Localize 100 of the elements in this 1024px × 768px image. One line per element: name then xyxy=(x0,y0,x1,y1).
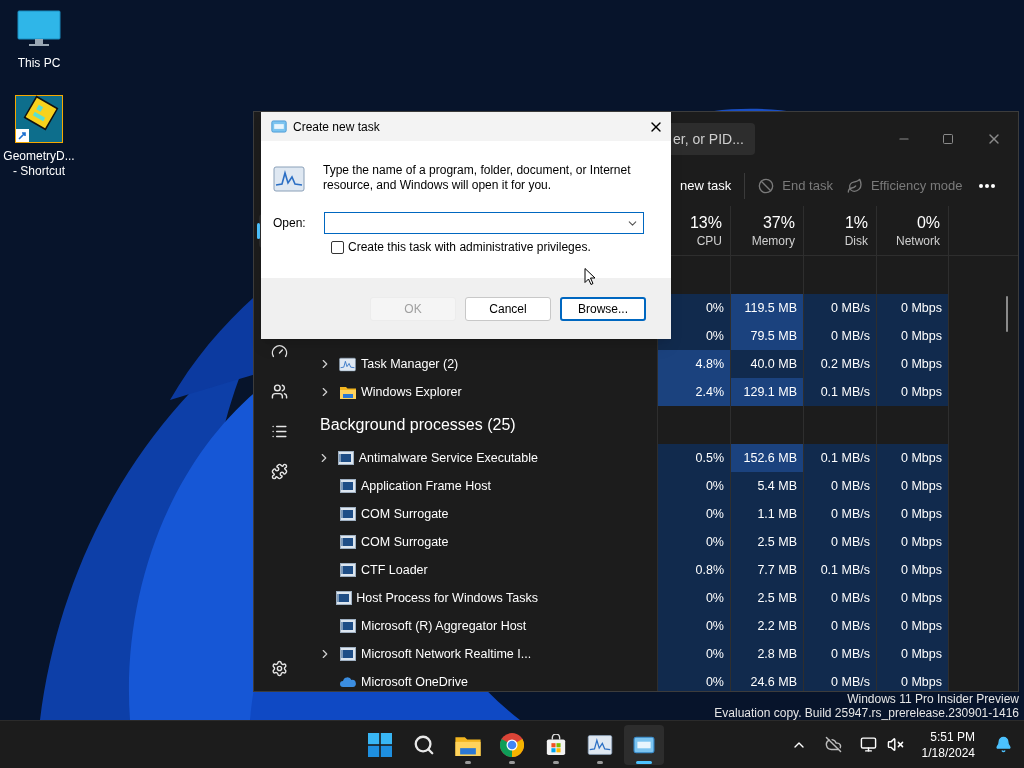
process-name[interactable]: COM Surrogate xyxy=(361,504,449,524)
dialog-message: Type the name of a program, folder, document, or Internet resource, and Windows will open it for you. xyxy=(323,163,632,193)
window-icon xyxy=(339,507,356,521)
table-cell: 1.1 MB xyxy=(731,500,804,528)
evaluation-watermark-text: Windows 11 Pro Insider Preview xyxy=(847,692,1019,706)
dialog-button[interactable]: Cancel xyxy=(465,296,551,321)
search-input[interactable]: er, or PID... xyxy=(673,128,753,150)
table-cell: 0 Mbps xyxy=(877,584,949,612)
process-name[interactable]: COM Surrogate xyxy=(361,532,449,552)
window-icon xyxy=(337,451,354,465)
running-indicator xyxy=(597,761,603,764)
scrollbar-thumb[interactable] xyxy=(1006,296,1008,332)
table-cell: 2.5 MB xyxy=(731,584,804,612)
table-cell: 2.8 MB xyxy=(731,640,804,668)
table-cell: 119.5 MB xyxy=(731,294,804,322)
table-cell: 24.6 MB xyxy=(731,668,804,691)
table-cell: 0% xyxy=(658,500,731,528)
process-name[interactable]: Microsoft Network Realtime I... xyxy=(361,644,532,664)
table-cell: 0 Mbps xyxy=(877,378,949,406)
table-cell: 0.2 MB/s xyxy=(804,350,877,378)
table-cell: 0 Mbps xyxy=(877,350,949,378)
notification-bell-icon[interactable] xyxy=(995,736,1012,753)
table-cell: 0 MB/s xyxy=(804,472,877,500)
window-icon xyxy=(633,736,655,754)
table-cell: 0.1 MB/s xyxy=(804,378,877,406)
open-combo-field[interactable] xyxy=(324,212,644,234)
table-cell: 0.8% xyxy=(658,556,731,584)
column-header[interactable]: 37% Memory xyxy=(731,206,804,255)
table-cell: 0% xyxy=(658,612,731,640)
prohibited-icon xyxy=(758,178,775,194)
process-name[interactable]: CTF Loader xyxy=(361,560,428,580)
network-monitor-icon[interactable] xyxy=(859,736,877,753)
table-cell: 0 MB/s xyxy=(804,612,877,640)
settings-icon xyxy=(270,659,288,677)
users-icon xyxy=(270,382,288,400)
table-cell: 0 MB/s xyxy=(804,322,877,350)
game-shortcut-icon[interactable] xyxy=(15,95,63,143)
mouse-cursor-icon xyxy=(584,267,596,286)
folder-icon xyxy=(339,385,356,399)
cloud-off-icon[interactable] xyxy=(824,736,842,753)
running-indicator xyxy=(509,761,515,764)
process-name[interactable]: Application Frame Host xyxy=(361,476,491,496)
process-name[interactable]: Windows Explorer xyxy=(361,382,462,402)
column-header[interactable]: 1% Disk xyxy=(804,206,877,255)
column-header[interactable]: 0% Network xyxy=(877,206,949,255)
table-cell: 2.5 MB xyxy=(731,528,804,556)
table-cell: 0 Mbps xyxy=(877,444,949,472)
table-cell: 0 Mbps xyxy=(877,500,949,528)
table-cell: 0% xyxy=(658,584,731,612)
browser-logo-icon xyxy=(500,733,524,757)
process-name[interactable]: Antimalware Service Executable xyxy=(358,448,538,468)
table-cell: 0 Mbps xyxy=(877,556,949,584)
window-icon xyxy=(339,619,356,633)
table-cell: 0.1 MB/s xyxy=(804,556,877,584)
table-cell: 0 Mbps xyxy=(877,640,949,668)
table-cell: 152.6 MB xyxy=(731,444,804,472)
table-cell: 0 MB/s xyxy=(804,294,877,322)
evaluation-watermark-text: Evaluation copy. Build 25947.rs_prerelease.230901-1416 xyxy=(714,706,1019,720)
table-cell: 2.4% xyxy=(658,378,731,406)
graph-icon xyxy=(587,734,613,756)
table-cell: 5.4 MB xyxy=(731,472,804,500)
process-name[interactable]: Task Manager (2) xyxy=(361,354,459,374)
cloud-icon xyxy=(339,677,356,687)
window-icon xyxy=(339,535,356,549)
table-cell: 0 Mbps xyxy=(877,294,949,322)
table-cell: 0 MB/s xyxy=(804,500,877,528)
running-indicator xyxy=(465,761,471,764)
running-indicator xyxy=(636,761,652,764)
open-label: Open: xyxy=(273,215,307,232)
more-icon xyxy=(979,184,995,188)
puzzle-icon xyxy=(270,462,288,480)
process-name[interactable]: Microsoft (R) Aggregator Host xyxy=(361,616,527,636)
checkbox-label: Create this task with administrative privileges. xyxy=(348,239,591,256)
table-cell: 0 Mbps xyxy=(877,612,949,640)
process-name[interactable]: Host Process for Windows Tasks xyxy=(356,588,538,608)
dialog-title: Create new task xyxy=(293,118,380,136)
taskbar-app-button[interactable] xyxy=(624,725,664,765)
table-cell: 7.7 MB xyxy=(731,556,804,584)
gauge-icon xyxy=(270,342,288,360)
table-cell: 2.2 MB xyxy=(731,612,804,640)
graph-icon xyxy=(273,165,305,193)
volume-muted-icon[interactable] xyxy=(886,736,904,753)
table-cell: 0 Mbps xyxy=(877,528,949,556)
folder-icon xyxy=(455,734,481,756)
process-name[interactable]: Microsoft OneDrive xyxy=(361,672,468,691)
window-icon xyxy=(271,120,287,133)
table-cell: 0 MB/s xyxy=(804,668,877,691)
clock-button[interactable]: 5:51 PM 1/18/2024 xyxy=(921,728,975,761)
table-cell: 0 MB/s xyxy=(804,584,877,612)
leaf-icon xyxy=(846,178,863,194)
table-cell: 0% xyxy=(658,640,731,668)
dialog-button[interactable]: Browse... xyxy=(560,296,646,321)
table-cell: 0 MB/s xyxy=(804,528,877,556)
desktop-icon-label: GeometryD... xyxy=(3,149,75,164)
table-cell: 40.0 MB xyxy=(731,350,804,378)
admin-checkbox[interactable] xyxy=(331,240,344,254)
window-icon xyxy=(335,591,352,605)
table-cell: 0% xyxy=(658,668,731,691)
table-cell: 0.5% xyxy=(658,444,731,472)
desktop-icon-label: This PC xyxy=(17,56,61,71)
